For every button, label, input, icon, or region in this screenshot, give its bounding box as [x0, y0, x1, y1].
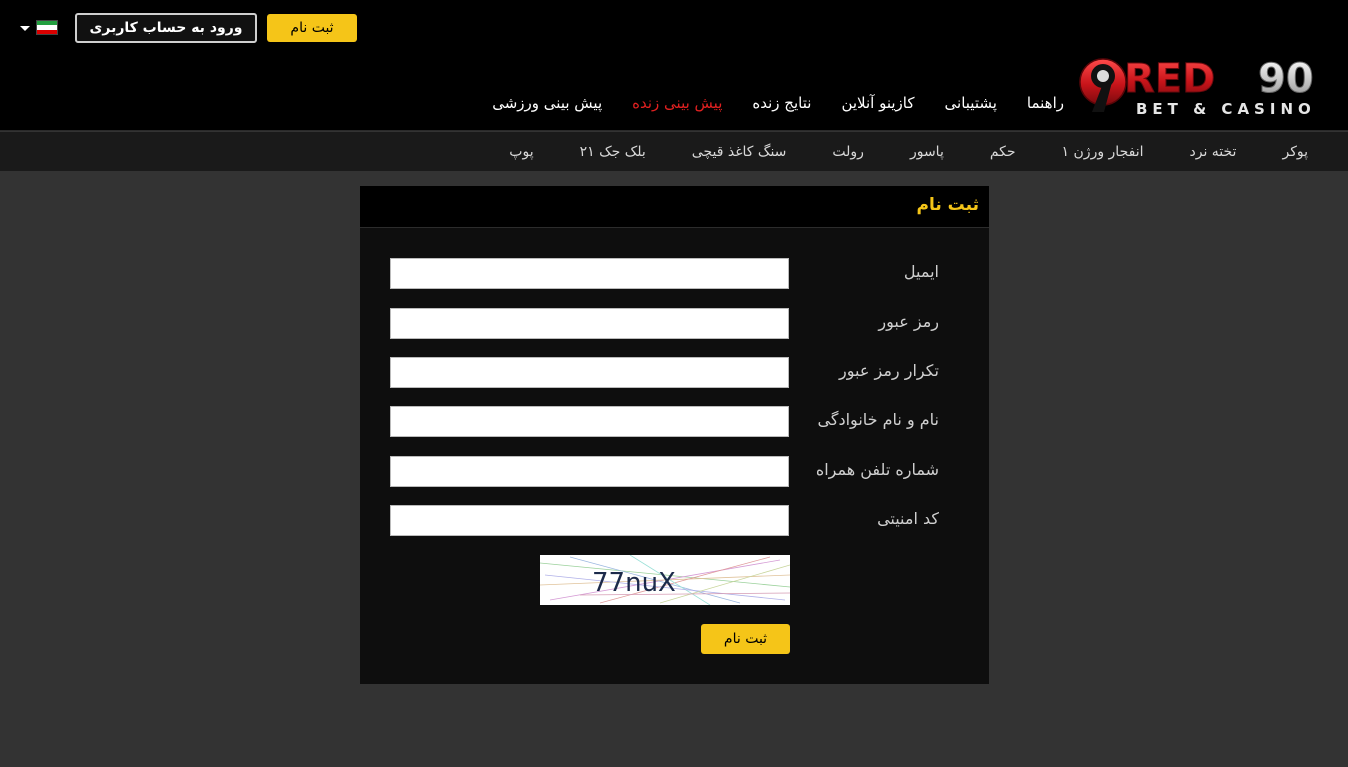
red90-logo[interactable]: RED 90 BET & CASINO	[1078, 52, 1330, 118]
nav-item-help[interactable]: راهنما	[1027, 94, 1064, 112]
games-subnav: پوکر تخته نرد انفجار ورژن ۱ حکم پاسور رولت سنگ…	[0, 132, 1348, 171]
site-header: ورود به حساب کاربری ثبت نام RED 90 BET &…	[0, 0, 1348, 131]
captcha-image: 77nuX	[540, 555, 790, 605]
full-name-input[interactable]	[390, 406, 789, 437]
panel-title: ثبت نام	[916, 195, 979, 215]
chevron-down-icon[interactable]	[20, 26, 30, 31]
password-confirm-input[interactable]	[390, 357, 789, 388]
subnav-item-rock-paper-scissors[interactable]: سنگ کاغذ قیچی	[692, 144, 787, 160]
email-input[interactable]	[390, 258, 789, 289]
language-selector[interactable]	[18, 18, 60, 38]
svg-text:RED: RED	[1124, 56, 1215, 102]
nav-item-live-betting[interactable]: پیش بینی زنده	[632, 94, 722, 112]
nav-item-sports-betting[interactable]: پیش بینی ورزشی	[492, 94, 602, 112]
subnav-item-roulette[interactable]: رولت	[832, 144, 864, 160]
captcha-text: 77nuX	[592, 568, 676, 598]
nav-item-support[interactable]: پشتیبانی	[945, 94, 997, 112]
signup-button[interactable]: ثبت نام	[267, 14, 357, 42]
mobile-phone-input[interactable]	[390, 456, 789, 487]
logo-subtitle: BET & CASINO	[1136, 100, 1316, 118]
panel-header: ثبت نام	[360, 186, 989, 228]
mobile-phone-label: شماره تلفن همراه	[815, 460, 939, 479]
password-label: رمز عبور	[878, 312, 939, 331]
email-label: ایمیل	[903, 262, 939, 281]
svg-text:90: 90	[1258, 56, 1314, 102]
password-confirm-label: تکرار رمز عبور	[839, 361, 939, 380]
security-code-input[interactable]	[390, 505, 789, 536]
nav-item-online-casino[interactable]: کازینو آنلاین	[841, 94, 914, 112]
subnav-item-poker[interactable]: پوکر	[1282, 144, 1308, 160]
security-code-label: کد امنیتی	[877, 509, 939, 528]
iran-flag-icon[interactable]	[36, 20, 58, 35]
nav-item-live-results[interactable]: نتایج زنده	[752, 94, 811, 112]
full-name-label: نام و نام خانوادگی	[817, 410, 939, 429]
main-nav: پیش بینی ورزشی پیش بینی زنده نتایج زنده کاز…	[492, 90, 1064, 116]
password-input[interactable]	[390, 308, 789, 339]
subnav-item-backgammon[interactable]: تخته نرد	[1189, 144, 1236, 160]
login-button[interactable]: ورود به حساب کاربری	[75, 13, 257, 43]
registration-panel: ثبت نام ایمیل رمز عبور تکرار رمز عبور نام و…	[360, 186, 989, 684]
subnav-item-blackjack-21[interactable]: بلک جک ۲۱	[580, 144, 646, 160]
subnav-item-crash-v1[interactable]: انفجار ورژن ۱	[1062, 144, 1144, 160]
submit-signup-button[interactable]: ثبت نام	[701, 624, 790, 654]
subnav-item-pasur[interactable]: پاسور	[910, 144, 944, 160]
subnav-item-pop[interactable]: پوپ	[509, 144, 533, 160]
subnav-item-hokm[interactable]: حکم	[990, 144, 1016, 160]
